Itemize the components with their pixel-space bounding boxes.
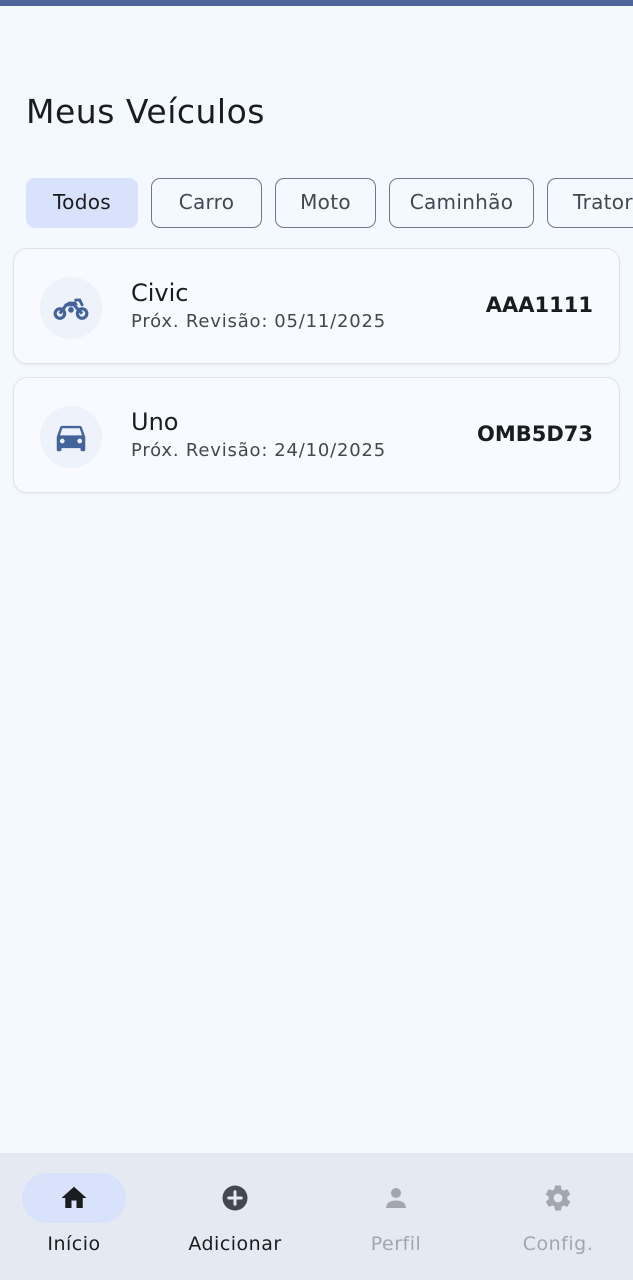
nav-item-perfil[interactable]: Perfil [322,1153,480,1280]
revision-date: 24/10/2025 [274,440,386,461]
home-icon [61,1186,87,1208]
vehicle-revision: Próx. Revisão: 05/11/2025 [131,311,386,332]
nav-label: Adicionar [188,1233,282,1255]
person-icon [386,1188,406,1208]
filter-chip-todos[interactable]: Todos [26,178,138,228]
nav-label: Perfil [370,1233,422,1255]
motorcycle-icon [53,298,89,320]
vehicle-plate: OMB5D73 [476,422,593,446]
vehicle-icon-badge [40,277,102,339]
filter-chip-moto[interactable]: Moto [275,178,376,228]
add-circle-icon [222,1185,248,1211]
vehicle-card[interactable]: Civic Próx. Revisão: 05/11/2025 AAA1111 [13,248,620,364]
nav-item-inicio[interactable]: Início [0,1153,158,1280]
filter-chip-caminhao[interactable]: Caminhão [389,178,534,228]
revision-label: Próx. Revisão: [131,311,269,332]
revision-date: 05/11/2025 [274,311,386,332]
vehicle-name: Uno [131,408,179,436]
filter-chip-row: Todos Carro Moto Caminhão Trator [26,178,633,230]
vehicle-name: Civic [131,279,189,307]
top-accent-bar [0,0,633,6]
vehicle-icon-badge [40,406,102,468]
gear-icon [545,1185,571,1211]
nav-item-config[interactable]: Config. [484,1153,633,1280]
filter-chip-carro[interactable]: Carro [151,178,262,228]
vehicle-plate: AAA1111 [485,293,593,317]
page-title: Meus Veículos [26,92,265,131]
bottom-navigation: Início Adicionar Perfil Config. [0,1153,633,1280]
vehicle-card[interactable]: Uno Próx. Revisão: 24/10/2025 OMB5D73 [13,377,620,493]
filter-chip-trator[interactable]: Trator [547,178,633,228]
revision-label: Próx. Revisão: [131,440,269,461]
nav-label: Início [47,1233,101,1255]
car-icon [56,425,86,452]
nav-item-adicionar[interactable]: Adicionar [161,1153,319,1280]
vehicle-revision: Próx. Revisão: 24/10/2025 [131,440,386,461]
nav-label: Config. [522,1233,594,1255]
